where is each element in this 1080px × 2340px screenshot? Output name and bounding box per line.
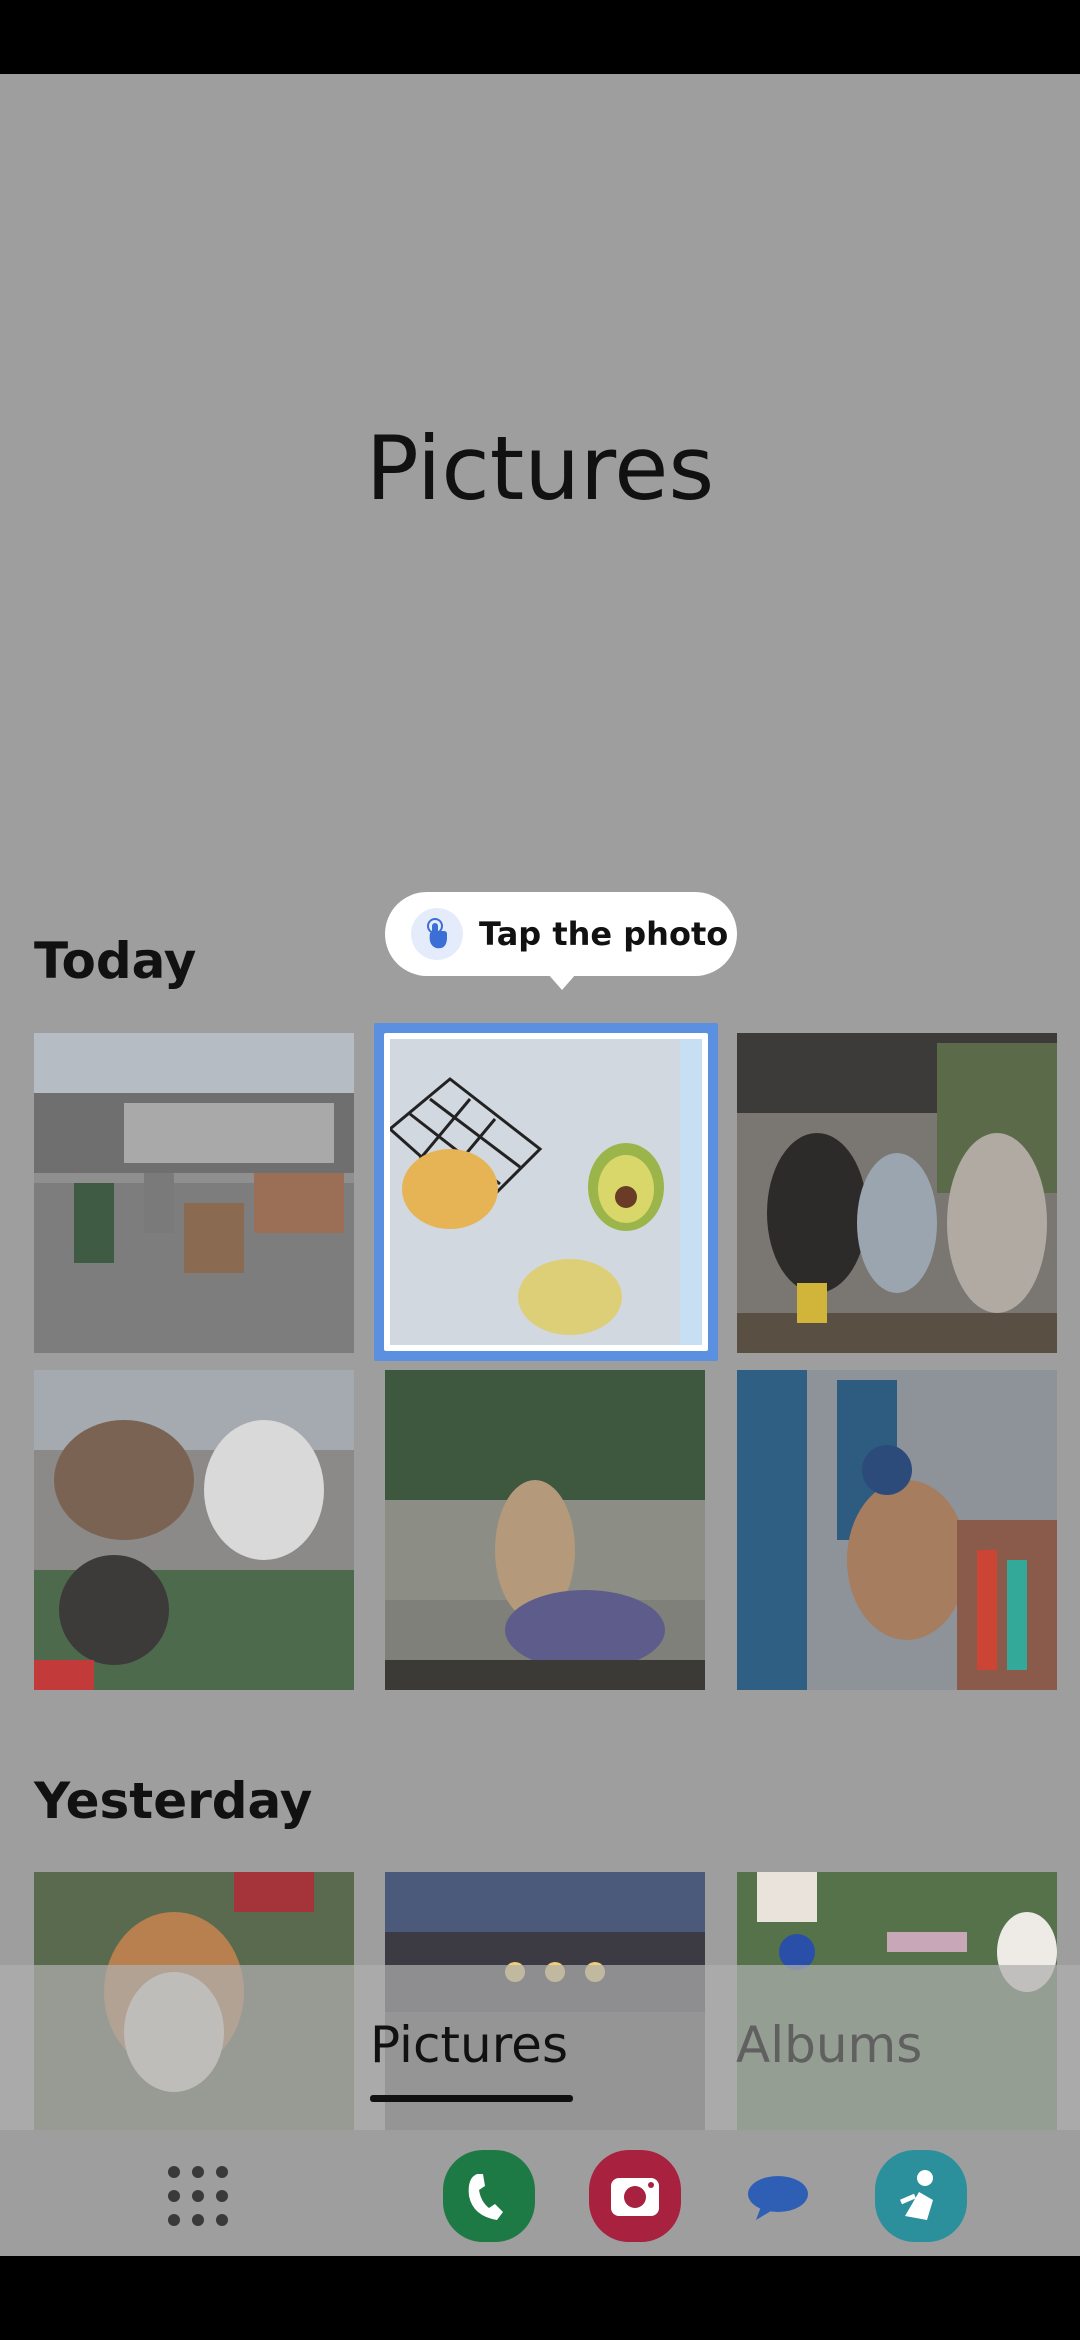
- phone-app-icon[interactable]: [443, 2150, 535, 2242]
- photo-thumbnail[interactable]: [737, 1370, 1057, 1690]
- apps-grid-icon[interactable]: [152, 2150, 244, 2242]
- section-header-yesterday: Yesterday: [34, 1772, 313, 1830]
- photo-thumbnail[interactable]: [385, 1370, 705, 1690]
- navigation-bar: [0, 2256, 1080, 2340]
- messages-app-icon[interactable]: [732, 2150, 824, 2242]
- tab-albums[interactable]: Albums: [736, 2020, 922, 2070]
- photo-thumbnail-selected[interactable]: [390, 1039, 702, 1345]
- section-header-today: Today: [34, 932, 197, 990]
- bottom-tab-bar: Pictures Albums: [0, 1965, 1080, 2130]
- status-bar: [0, 0, 1080, 74]
- photo-thumbnail[interactable]: [34, 1033, 354, 1353]
- selected-photo-frame[interactable]: [374, 1023, 718, 1361]
- tab-pictures[interactable]: Pictures: [370, 2020, 568, 2070]
- tap-hand-icon: [411, 908, 463, 960]
- photo-thumbnail[interactable]: [34, 1370, 354, 1690]
- page-title: Pictures: [365, 417, 715, 520]
- bixby-app-icon[interactable]: [875, 2150, 967, 2242]
- tooltip-text: Tap the photo: [479, 915, 729, 953]
- camera-app-icon[interactable]: [589, 2150, 681, 2242]
- active-tab-indicator: [370, 2095, 573, 2102]
- photo-thumbnail[interactable]: [737, 1033, 1057, 1353]
- app-dock: [0, 2130, 1080, 2256]
- tap-photo-tooltip: Tap the photo: [385, 892, 737, 990]
